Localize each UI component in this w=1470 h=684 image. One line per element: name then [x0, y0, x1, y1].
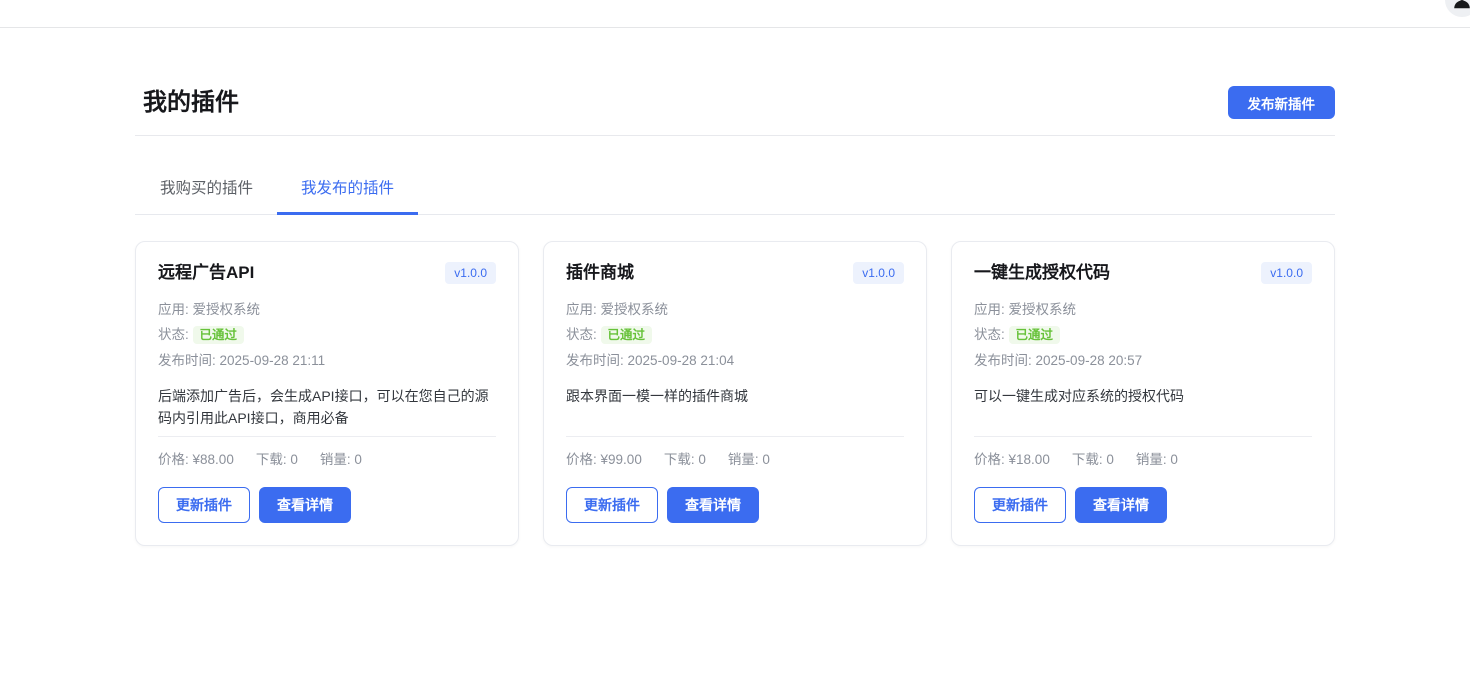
meta-app: 应用: 爱授权系统	[566, 301, 904, 318]
plugin-card: 一键生成授权代码 v1.0.0 应用: 爱授权系统 状态: 已通过 发布时间: …	[951, 241, 1335, 546]
card-actions: 更新插件 查看详情	[974, 487, 1312, 523]
publish-time-value: 2025-09-28 21:04	[628, 353, 735, 368]
plugin-card: 插件商城 v1.0.0 应用: 爱授权系统 状态: 已通过 发布时间: 2025…	[543, 241, 927, 546]
view-details-button[interactable]: 查看详情	[259, 487, 351, 523]
card-divider	[158, 436, 496, 437]
app-value: 爱授权系统	[1009, 302, 1077, 317]
plugin-card-header: 远程广告API v1.0.0	[158, 262, 496, 284]
stats-row: 价格: ¥99.00 下载: 0 销量: 0	[566, 452, 904, 468]
meta-publish-time: 发布时间: 2025-09-28 20:57	[974, 352, 1312, 369]
plugin-card-header: 一键生成授权代码 v1.0.0	[974, 262, 1312, 284]
price-stat: 价格: ¥88.00	[158, 452, 234, 468]
publish-time-label: 发布时间:	[158, 353, 216, 368]
plugin-description: 可以一键生成对应系统的授权代码	[974, 386, 1312, 436]
update-plugin-button[interactable]: 更新插件	[974, 487, 1066, 523]
status-label: 状态:	[158, 327, 189, 342]
plugin-card-header: 插件商城 v1.0.0	[566, 262, 904, 284]
stats-row: 价格: ¥18.00 下载: 0 销量: 0	[974, 452, 1312, 468]
publish-time-value: 2025-09-28 21:11	[220, 353, 326, 368]
status-badge: 已通过	[193, 326, 245, 344]
meta-status: 状态: 已通过	[158, 326, 496, 344]
publish-time-value: 2025-09-28 20:57	[1036, 353, 1143, 368]
meta-publish-time: 发布时间: 2025-09-28 21:11	[158, 352, 496, 369]
card-actions: 更新插件 查看详情	[566, 487, 904, 523]
plugin-name: 一键生成授权代码	[974, 262, 1110, 284]
main-content: 我的插件 发布新插件 我购买的插件 我发布的插件 远程广告API v1.0.0 …	[135, 86, 1335, 546]
stats-row: 价格: ¥88.00 下载: 0 销量: 0	[158, 452, 496, 468]
version-badge: v1.0.0	[445, 262, 496, 284]
view-details-button[interactable]: 查看详情	[1075, 487, 1167, 523]
downloads-stat: 下载: 0	[664, 452, 706, 468]
card-divider	[566, 436, 904, 437]
sales-stat: 销量: 0	[1136, 452, 1178, 468]
version-badge: v1.0.0	[1261, 262, 1312, 284]
tab-purchased-plugins[interactable]: 我购买的插件	[136, 166, 277, 214]
update-plugin-button[interactable]: 更新插件	[566, 487, 658, 523]
meta-status: 状态: 已通过	[566, 326, 904, 344]
update-plugin-button[interactable]: 更新插件	[158, 487, 250, 523]
status-label: 状态:	[566, 327, 597, 342]
meta-status: 状态: 已通过	[974, 326, 1312, 344]
status-badge: 已通过	[601, 326, 653, 344]
publish-new-plugin-button[interactable]: 发布新插件	[1228, 86, 1336, 119]
user-icon	[1451, 0, 1470, 11]
view-details-button[interactable]: 查看详情	[667, 487, 759, 523]
app-label: 应用:	[566, 302, 597, 317]
meta-app: 应用: 爱授权系统	[974, 301, 1312, 318]
user-avatar[interactable]	[1445, 0, 1470, 17]
plugin-cards-grid: 远程广告API v1.0.0 应用: 爱授权系统 状态: 已通过 发布时间: 2…	[135, 241, 1335, 546]
sales-stat: 销量: 0	[320, 452, 362, 468]
publish-time-label: 发布时间:	[566, 353, 624, 368]
plugin-description: 跟本界面一模一样的插件商城	[566, 386, 904, 436]
price-stat: 价格: ¥18.00	[974, 452, 1050, 468]
plugin-card: 远程广告API v1.0.0 应用: 爱授权系统 状态: 已通过 发布时间: 2…	[135, 241, 519, 546]
app-value: 爱授权系统	[601, 302, 669, 317]
plugin-name: 远程广告API	[158, 262, 254, 284]
version-badge: v1.0.0	[853, 262, 904, 284]
sales-stat: 销量: 0	[728, 452, 770, 468]
downloads-stat: 下载: 0	[256, 452, 298, 468]
app-label: 应用:	[974, 302, 1005, 317]
downloads-stat: 下载: 0	[1072, 452, 1114, 468]
publish-time-label: 发布时间:	[974, 353, 1032, 368]
status-label: 状态:	[974, 327, 1005, 342]
tab-published-plugins[interactable]: 我发布的插件	[277, 166, 418, 214]
app-label: 应用:	[158, 302, 189, 317]
meta-app: 应用: 爱授权系统	[158, 301, 496, 318]
page-header: 我的插件 发布新插件	[135, 86, 1335, 136]
plugin-name: 插件商城	[566, 262, 634, 284]
card-divider	[974, 436, 1312, 437]
meta-publish-time: 发布时间: 2025-09-28 21:04	[566, 352, 904, 369]
price-stat: 价格: ¥99.00	[566, 452, 642, 468]
page-title: 我的插件	[143, 88, 239, 118]
tabs-bar: 我购买的插件 我发布的插件	[135, 166, 1335, 215]
status-badge: 已通过	[1009, 326, 1061, 344]
app-value: 爱授权系统	[193, 302, 261, 317]
plugin-description: 后端添加广告后，会生成API接口，可以在您自己的源码内引用此API接口，商用必备	[158, 386, 496, 436]
card-actions: 更新插件 查看详情	[158, 487, 496, 523]
top-navbar	[0, 0, 1470, 28]
